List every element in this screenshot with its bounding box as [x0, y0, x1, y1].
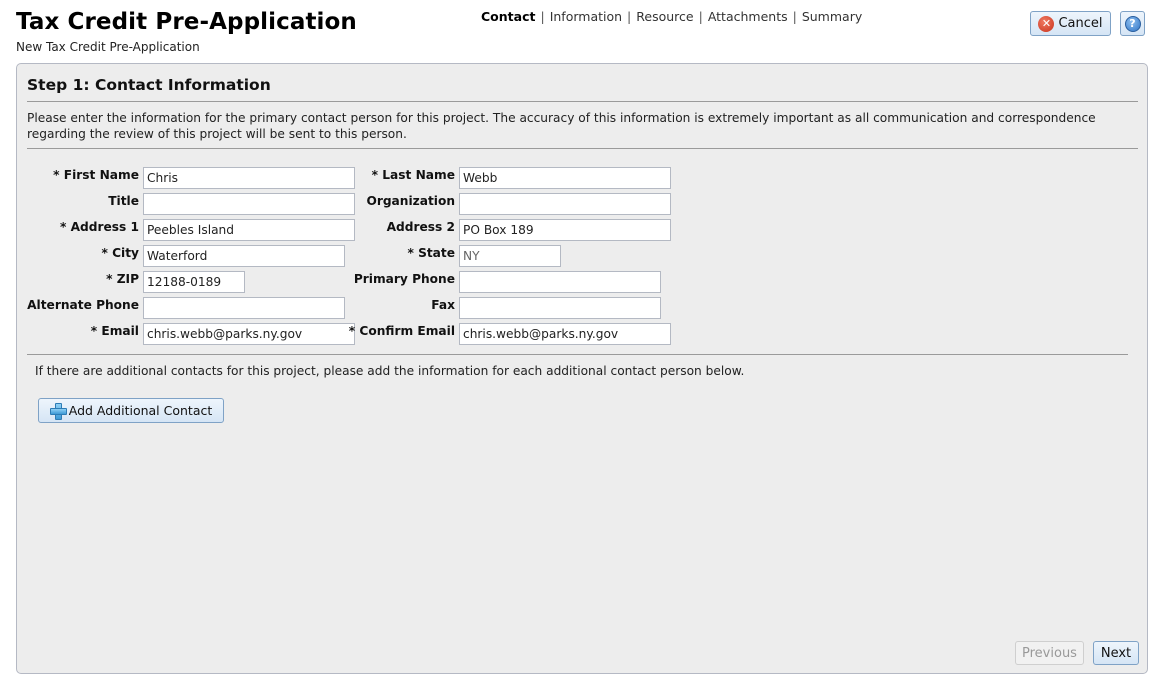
plus-icon — [49, 403, 67, 420]
title-input[interactable] — [143, 193, 355, 215]
panel-title: Step 1: Contact Information — [27, 76, 271, 94]
nav-step-summary[interactable]: Summary — [802, 9, 862, 24]
wizard-nav: Contact | Information | Resource | Attachments… — [481, 9, 862, 24]
nav-separator: | — [540, 9, 545, 24]
add-contact-label: Add Additional Contact — [68, 403, 213, 418]
address2-input[interactable] — [459, 219, 671, 241]
title-label: Title — [108, 194, 139, 208]
first-name-input[interactable] — [143, 167, 355, 189]
cancel-button-label: Cancel — [1058, 16, 1103, 31]
next-button[interactable]: Next — [1093, 641, 1139, 665]
app-subtitle: New Tax Credit Pre-Application — [16, 40, 200, 54]
help-button[interactable]: ? — [1120, 11, 1145, 36]
zip-input[interactable] — [143, 271, 245, 293]
state-input[interactable] — [459, 245, 561, 267]
alternate-phone-label: Alternate Phone — [27, 298, 139, 312]
first-name-label: * First Name — [53, 168, 139, 182]
additional-contacts-text: If there are additional contacts for thi… — [35, 364, 745, 378]
primary-phone-label: Primary Phone — [353, 272, 455, 286]
intro-text: Please enter the information for the pri… — [27, 111, 1096, 141]
cancel-button[interactable]: ✕ Cancel — [1030, 11, 1111, 36]
fax-label: Fax — [431, 298, 455, 312]
city-label: * City — [101, 246, 139, 260]
nav-step-resource[interactable]: Resource — [636, 9, 693, 24]
address2-label: Address 2 — [386, 220, 455, 234]
contact-panel: Step 1: Contact Information Please enter… — [16, 63, 1148, 674]
divider — [27, 354, 1128, 355]
organization-input[interactable] — [459, 193, 671, 215]
nav-separator: | — [792, 9, 797, 24]
address1-label: * Address 1 — [59, 220, 139, 234]
nav-step-information[interactable]: Information — [550, 9, 622, 24]
help-icon: ? — [1124, 15, 1141, 32]
add-additional-contact-button[interactable]: Add Additional Contact — [38, 398, 224, 423]
nav-step-contact[interactable]: Contact — [481, 9, 535, 24]
organization-label: Organization — [366, 194, 455, 208]
city-input[interactable] — [143, 245, 345, 267]
alternate-phone-input[interactable] — [143, 297, 345, 319]
email-label: * Email — [90, 324, 139, 338]
previous-button[interactable]: Previous — [1015, 641, 1084, 665]
fax-input[interactable] — [459, 297, 661, 319]
confirm-email-label: * Confirm Email — [348, 324, 455, 338]
last-name-input[interactable] — [459, 167, 671, 189]
cancel-x-icon: ✕ — [1038, 15, 1055, 32]
confirm-email-input[interactable] — [459, 323, 671, 345]
divider — [27, 101, 1138, 102]
nav-separator: | — [627, 9, 632, 24]
divider — [27, 148, 1138, 149]
last-name-label: * Last Name — [371, 168, 455, 182]
nav-separator: | — [698, 9, 703, 24]
email-input[interactable] — [143, 323, 355, 345]
zip-label: * ZIP — [106, 272, 139, 286]
nav-step-attachments[interactable]: Attachments — [708, 9, 788, 24]
address1-input[interactable] — [143, 219, 355, 241]
app-title: Tax Credit Pre-Application — [16, 9, 357, 35]
primary-phone-input[interactable] — [459, 271, 661, 293]
state-label: * State — [407, 246, 455, 260]
